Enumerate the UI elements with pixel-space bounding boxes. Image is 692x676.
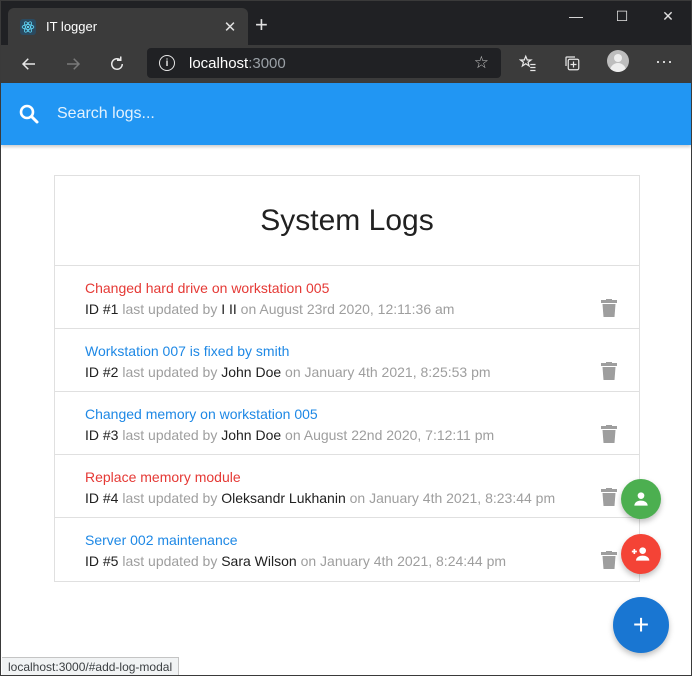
url-port: :3000: [248, 54, 286, 72]
log-message-link[interactable]: Server 002 maintenance: [85, 532, 639, 548]
browser-toolbar: i localhost :3000 ☆ ···: [1, 45, 691, 83]
delete-trash-icon[interactable]: [601, 488, 617, 506]
delete-trash-icon[interactable]: [601, 551, 617, 569]
log-id: ID #1: [85, 301, 119, 317]
delete-trash-icon[interactable]: [601, 425, 617, 443]
log-updated-text: last updated by: [122, 301, 218, 317]
log-updated-text: last updated by: [122, 553, 218, 569]
maximize-icon[interactable]: ☐: [599, 1, 645, 31]
profile-avatar-icon[interactable]: [607, 50, 629, 72]
log-date: on January 4th 2021, 8:23:44 pm: [349, 490, 556, 506]
delete-trash-icon[interactable]: [601, 362, 617, 380]
log-id: ID #5: [85, 553, 119, 569]
log-item: Workstation 007 is fixed by smith ID #2 …: [55, 329, 639, 392]
person-icon: [634, 492, 648, 506]
new-tab-icon[interactable]: +: [255, 14, 268, 36]
log-meta: ID #5 last updated by Sara Wilson on Jan…: [85, 553, 639, 569]
log-date: on January 4th 2021, 8:25:53 pm: [285, 364, 491, 380]
log-id: ID #2: [85, 364, 119, 380]
log-item: Server 002 maintenance ID #5 last update…: [55, 518, 639, 581]
favorite-star-icon[interactable]: ☆: [474, 53, 489, 73]
log-date: on August 22nd 2020, 7:12:11 pm: [285, 427, 495, 443]
site-info-icon[interactable]: i: [159, 55, 175, 71]
url-host: localhost: [189, 54, 249, 72]
log-meta: ID #3 last updated by John Doe on August…: [85, 427, 639, 443]
search-input[interactable]: [57, 105, 657, 123]
page-title: System Logs: [260, 203, 434, 237]
person-add-icon: [631, 547, 650, 561]
log-updated-text: last updated by: [122, 364, 218, 380]
log-tech: Oleksandr Lukhanin: [221, 490, 346, 506]
tab-close-icon[interactable]: ✕: [218, 18, 242, 36]
address-bar[interactable]: i localhost :3000 ☆: [147, 48, 501, 78]
add-tech-button[interactable]: [621, 534, 661, 574]
back-arrow-icon[interactable]: [15, 50, 43, 78]
log-message-link[interactable]: Replace memory module: [85, 469, 639, 485]
tech-list-button[interactable]: [621, 479, 661, 519]
log-message-link[interactable]: Changed memory on workstation 005: [85, 406, 639, 422]
more-menu-icon[interactable]: ···: [655, 51, 673, 72]
log-tech: John Doe: [221, 427, 282, 443]
collections-icon[interactable]: [563, 54, 581, 77]
log-date: on January 4th 2021, 8:24:44 pm: [300, 553, 507, 569]
browser-window: IT logger ✕ + — ☐ ✕ i localhost :3000 ☆: [0, 0, 692, 676]
tab-title: IT logger: [46, 19, 98, 34]
minimize-icon[interactable]: —: [553, 1, 599, 31]
log-meta: ID #1 last updated by I II on August 23r…: [85, 301, 639, 317]
log-message-link[interactable]: Workstation 007 is fixed by smith: [85, 343, 639, 359]
log-item: Replace memory module ID #4 last updated…: [55, 455, 639, 518]
log-meta: ID #2 last updated by John Doe on Januar…: [85, 364, 639, 380]
logs-header: System Logs: [55, 176, 639, 266]
log-updated-text: last updated by: [122, 490, 218, 506]
log-tech: I II: [221, 301, 237, 317]
favorites-icon[interactable]: [518, 54, 537, 77]
log-tech: John Doe: [221, 364, 282, 380]
delete-trash-icon[interactable]: [601, 299, 617, 317]
browser-tab[interactable]: IT logger ✕: [8, 8, 248, 45]
search-nav-bar: [1, 83, 691, 145]
log-item: Changed hard drive on workstation 005 ID…: [55, 266, 639, 329]
close-window-icon[interactable]: ✕: [645, 1, 691, 31]
log-item: Changed memory on workstation 005 ID #3 …: [55, 392, 639, 455]
react-favicon-icon: [20, 18, 36, 35]
search-icon: [19, 104, 39, 124]
log-tech: Sara Wilson: [221, 553, 297, 569]
logs-collection: System Logs Changed hard drive on workst…: [54, 175, 640, 582]
log-id: ID #3: [85, 427, 119, 443]
log-updated-text: last updated by: [122, 427, 218, 443]
log-message-link[interactable]: Changed hard drive on workstation 005: [85, 280, 639, 296]
log-id: ID #4: [85, 490, 119, 506]
add-log-button[interactable]: +: [613, 597, 669, 653]
refresh-icon[interactable]: [103, 50, 131, 78]
link-status-bar: localhost:3000/#add-log-modal: [2, 657, 180, 675]
forward-arrow-icon[interactable]: [59, 50, 87, 78]
tab-bar: IT logger ✕ + — ☐ ✕: [1, 1, 691, 45]
add-icon: +: [632, 609, 650, 640]
log-date: on August 23rd 2020, 12:11:36 am: [240, 301, 455, 317]
log-meta: ID #4 last updated by Oleksandr Lukhanin…: [85, 490, 639, 506]
